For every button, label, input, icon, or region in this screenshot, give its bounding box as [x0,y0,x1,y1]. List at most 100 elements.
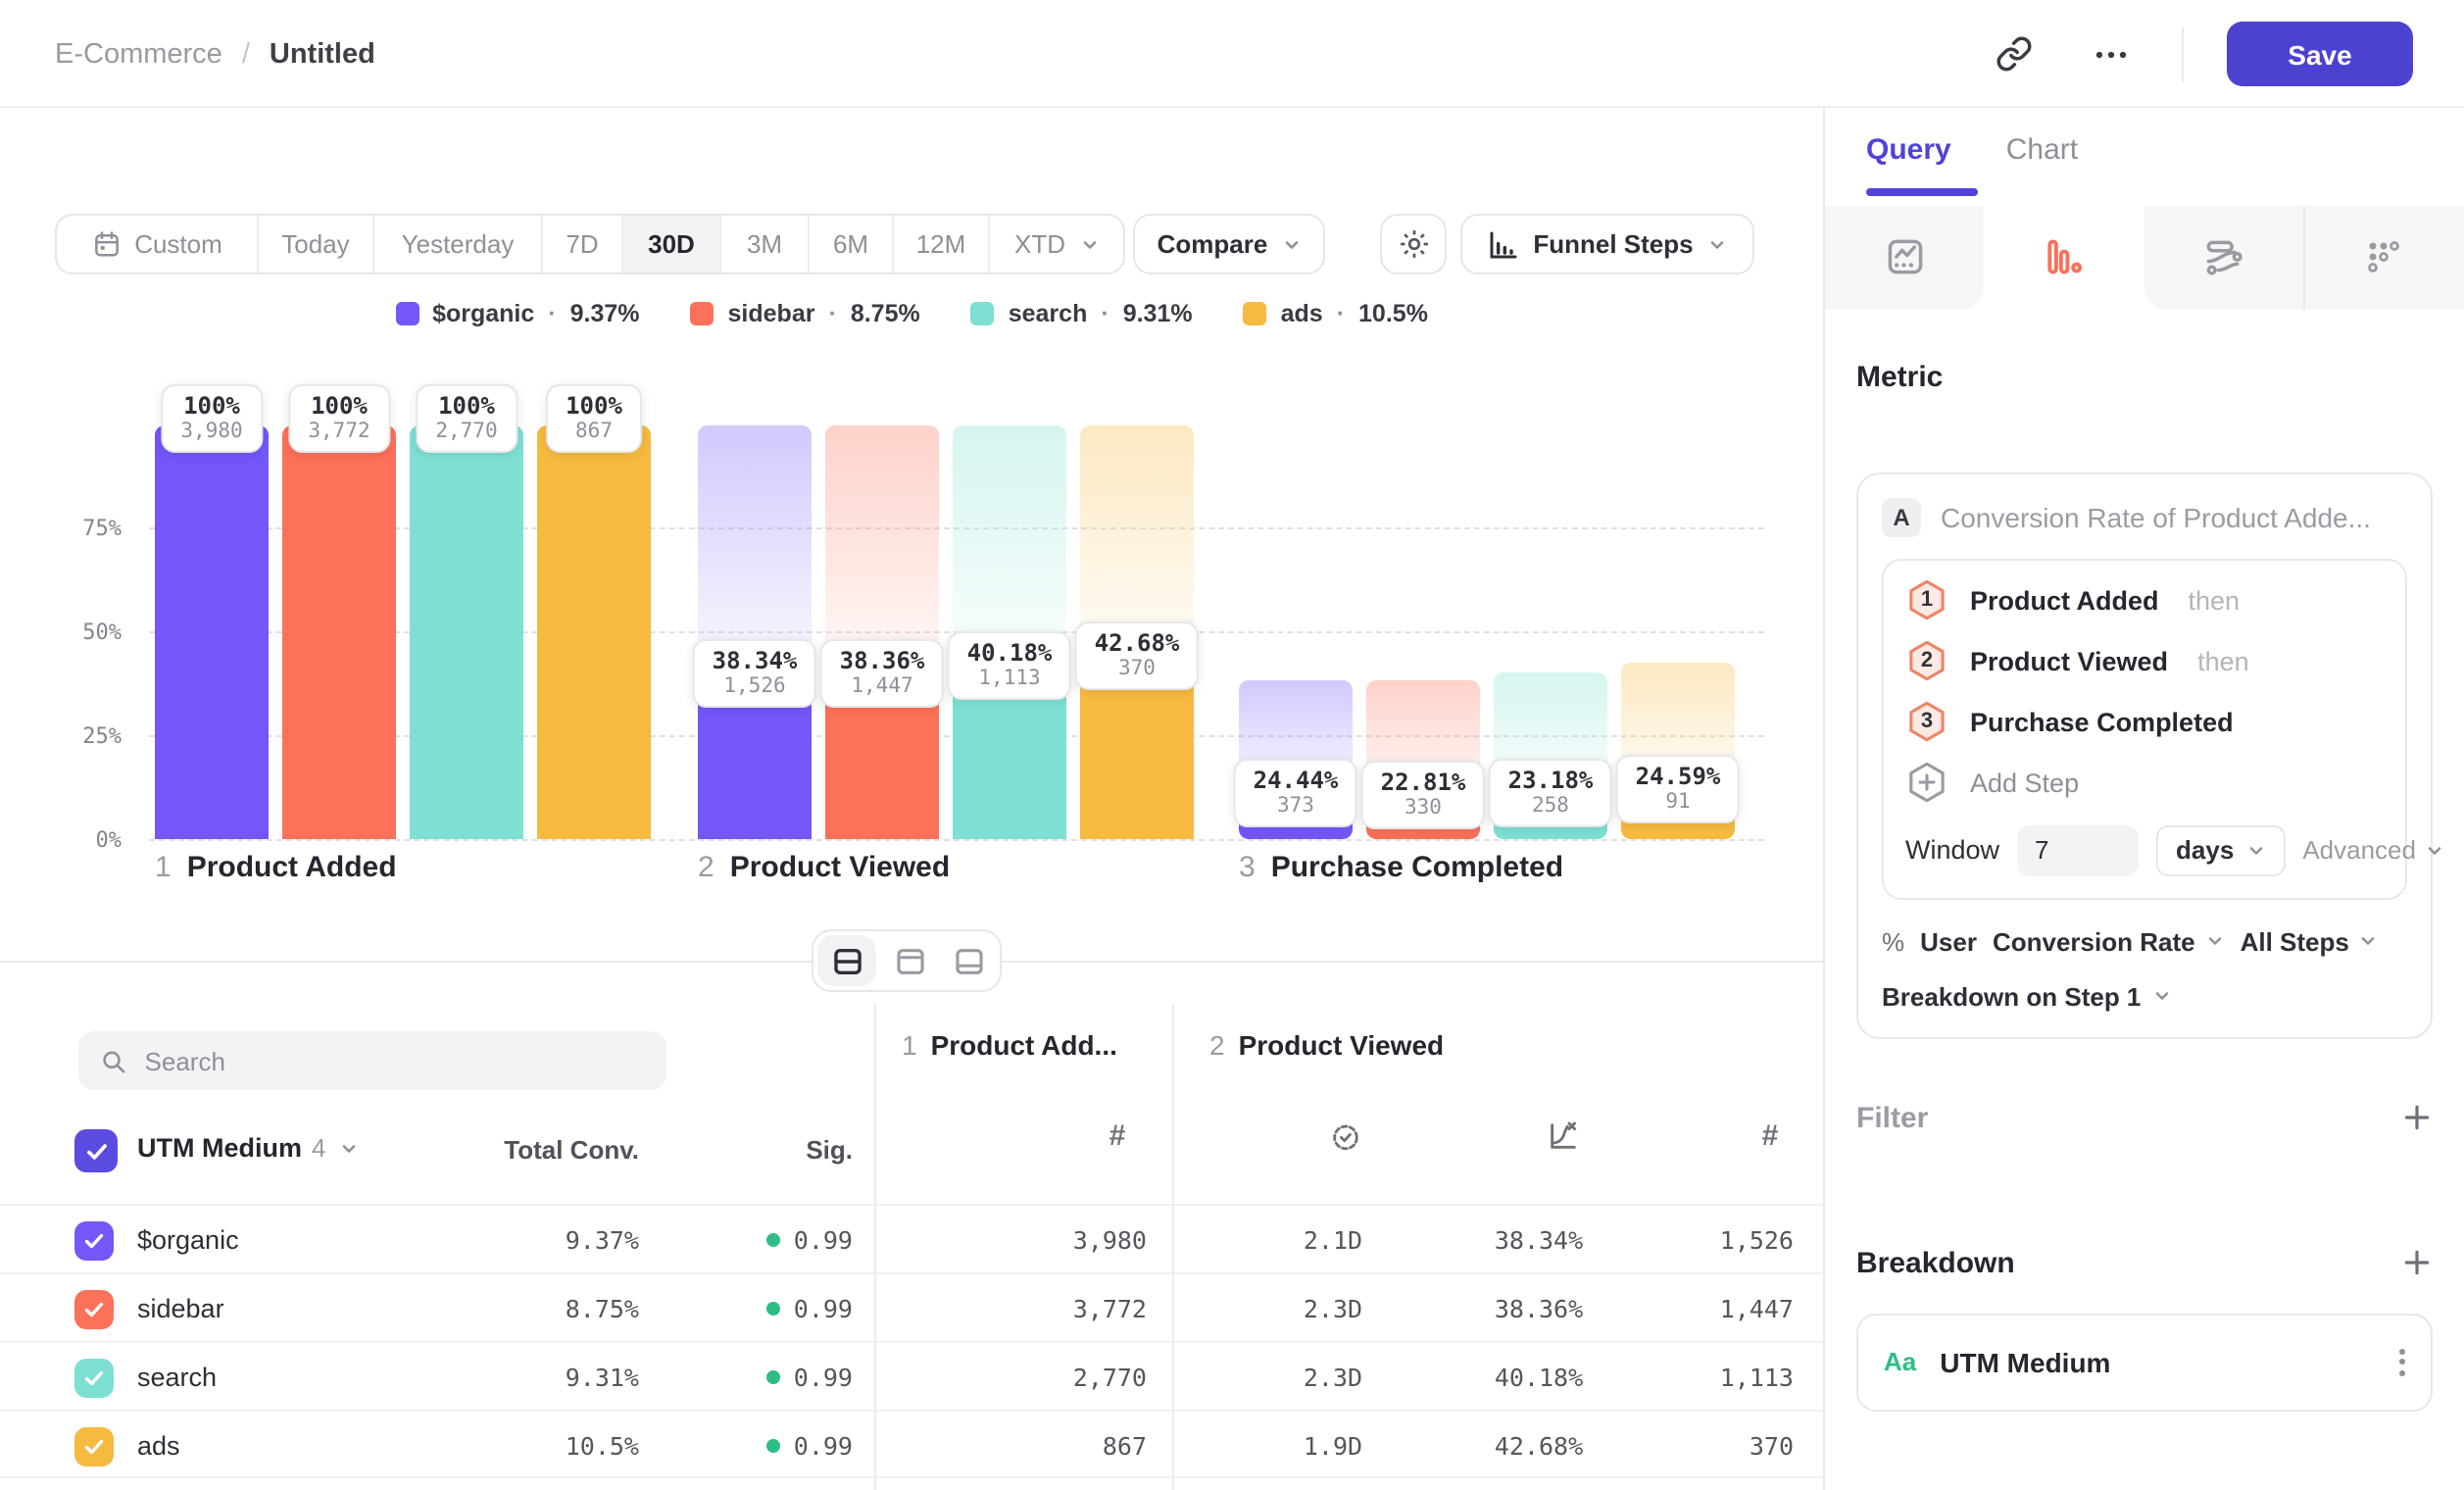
table-step1-header[interactable]: 1 Product Add... [902,1029,1117,1061]
more-menu-icon[interactable] [2084,26,2139,81]
query-step-2[interactable]: 2Product Viewedthen [1905,630,2384,691]
counting-method[interactable]: User [1920,926,1977,956]
chevron-down-icon [1079,234,1099,254]
breadcrumb-separator: / [242,38,250,70]
sig-value: 0.99 [794,1294,853,1323]
layout-chart-only-button[interactable] [881,931,941,990]
insights-tab[interactable] [1825,205,1985,309]
window-unit-dropdown[interactable]: days [2156,824,2285,875]
legend-item-ads[interactable]: ads·10.5% [1244,300,1428,327]
panel-tabs: Query Chart [1825,108,2464,167]
table-row-ads[interactable]: ads10.5%0.998671.9D42.68%370 [0,1410,1823,1478]
table-row-search[interactable]: search9.31%0.992,7702.3D40.18%1,113 [0,1341,1823,1410]
add-step-button[interactable]: Add Step [1905,752,2384,813]
range-today[interactable]: Today [259,216,374,273]
flows-tab[interactable] [2144,205,2305,309]
window-value-input[interactable] [2017,824,2139,875]
report-title[interactable]: Untitled [270,38,375,70]
bar-pct-label: 24.59% [1636,763,1721,790]
check-icon [82,1297,106,1320]
check-icon [82,1366,106,1389]
funnels-tab[interactable] [1985,205,2144,309]
sig-column-header[interactable]: Sig. [725,1135,853,1165]
retention-tab[interactable] [2305,205,2464,309]
y-axis-tick: 75% [39,517,122,542]
step-hexagon-badge: 2 [1905,639,1948,682]
range-label: 12M [916,229,966,259]
breakdown-on-step-dropdown[interactable]: Breakdown on Step 1 [1882,981,2407,1011]
steps-scope-label: All Steps [2241,926,2349,956]
search-input[interactable] [145,1046,645,1075]
range-12m[interactable]: 12M [894,216,990,273]
tab-query[interactable]: Query [1866,133,1951,167]
chevron-down-icon [2205,931,2225,951]
kebab-menu-icon[interactable] [2399,1348,2405,1375]
funnel-bar-ads-step1[interactable] [537,424,651,839]
y-axis-tick: 25% [39,723,122,749]
range-6m[interactable]: 6M [810,216,894,273]
row-checkbox[interactable] [74,1426,114,1465]
range-label: XTD [1014,229,1065,259]
legend-dot-separator: · [1337,300,1345,327]
range-yesterday[interactable]: Yesterday [374,216,543,273]
add-breakdown-button[interactable] [2401,1247,2433,1278]
share-link-icon[interactable] [1986,26,2041,81]
row-checkbox[interactable] [74,1289,114,1328]
breakdown-section-title: Breakdown [1856,1246,2015,1279]
add-filter-button[interactable] [2401,1102,2433,1133]
legend-item-sidebar[interactable]: sidebar·8.75% [691,300,920,327]
breadcrumb-parent[interactable]: E-Commerce [55,38,222,70]
funnel-bar-search-step1[interactable] [410,424,523,839]
layout-table-only-button[interactable] [940,931,1000,990]
table-row-sidebar[interactable]: sidebar8.75%0.993,7722.3D38.36%1,447 [0,1272,1823,1341]
row-step2-count: 370 [1627,1412,1794,1480]
advanced-dropdown[interactable]: Advanced [2302,835,2445,865]
table-row-organic[interactable]: $organic9.37%0.993,9802.1D38.34%1,526 [0,1204,1823,1272]
chart-step-label-3: 3Purchase Completed [1239,851,1563,884]
funnels-icon [2043,235,2086,278]
tab-chart[interactable]: Chart [2006,133,2078,167]
row-checkbox[interactable] [74,1358,114,1397]
range-7d[interactable]: 7D [543,216,623,273]
row-sig: 0.99 [706,1206,853,1274]
insights-icon [1883,235,1926,278]
bar-count-label: 258 [1508,795,1594,819]
row-name: sidebar [137,1274,224,1343]
legend-name: search [1009,300,1088,327]
bar-value-label: 38.36%1,447 [820,639,945,708]
range-custom[interactable]: Custom [57,216,259,273]
step-name: Purchase Completed [1271,851,1563,884]
legend-item-organic[interactable]: $organic·9.37% [395,300,639,327]
select-all-checkbox[interactable] [74,1129,118,1172]
group-by-dropdown[interactable]: UTM Medium 4 [137,1133,359,1163]
query-step-3[interactable]: 3Purchase Completed [1905,691,2384,752]
step-number: 2 [1209,1029,1225,1061]
query-step-1[interactable]: 1Product Addedthen [1905,570,2384,630]
check-icon [82,1228,106,1252]
bar-pct-label: 100% [435,391,497,419]
metric-header[interactable]: A Conversion Rate of Product Adde... [1882,497,2407,536]
compare-button[interactable]: Compare [1133,214,1325,274]
legend-name: $organic [432,300,534,327]
bar-count-label: 2,770 [435,419,497,442]
layout-split-button[interactable] [817,935,877,986]
row-checkbox[interactable] [74,1220,114,1260]
measure-dropdown[interactable]: Conversion Rate [1993,926,2225,956]
legend-item-search[interactable]: search·9.31% [971,300,1193,327]
window-unit-label: days [2176,835,2234,865]
chart-type-button[interactable]: Funnel Steps [1460,214,1754,274]
breakdown-item[interactable]: Aa UTM Medium [1856,1313,2433,1411]
range-30d[interactable]: 30D [623,216,721,273]
sig-value: 0.99 [794,1431,853,1461]
steps-scope-dropdown[interactable]: All Steps [2241,926,2379,956]
chart-settings-button[interactable] [1380,214,1447,274]
funnel-bar-organic-step1[interactable] [155,424,269,839]
funnel-bar-sidebar-step1[interactable] [282,424,396,839]
save-button[interactable]: Save [2227,22,2413,86]
total-conv-column-header[interactable]: Total Conv. [392,1135,639,1165]
table-step2-header[interactable]: 2 Product Viewed [1209,1029,1444,1061]
range-3m[interactable]: 3M [721,216,810,273]
range-xtd[interactable]: XTD [990,216,1123,273]
bar-pct-label: 42.68% [1095,628,1180,656]
active-tab-underline [1866,188,1978,195]
